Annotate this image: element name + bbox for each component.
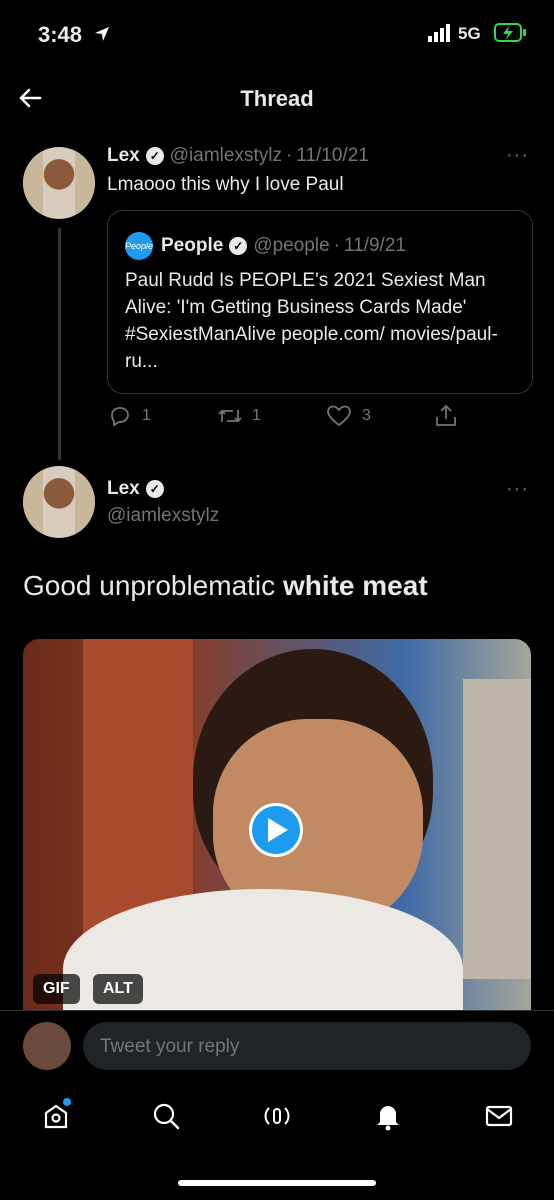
verified-icon: ✓ bbox=[145, 480, 164, 498]
battery-icon bbox=[494, 22, 528, 49]
status-time: 3:48 bbox=[38, 22, 83, 47]
notification-dot bbox=[63, 1098, 71, 1106]
reply-icon bbox=[111, 407, 129, 427]
tweet-text-plain: Good unproblematic bbox=[23, 570, 283, 601]
retweet-count: 1 bbox=[252, 407, 261, 424]
retweet-button[interactable]: 1 bbox=[216, 404, 261, 428]
quoted-tweet[interactable]: People People ✓ @people · 11/9/21 Paul R… bbox=[107, 210, 533, 394]
spaces-icon bbox=[264, 1107, 290, 1125]
retweet-icon bbox=[218, 409, 242, 423]
people-logo-icon: People bbox=[125, 232, 153, 260]
reply-button[interactable]: 1 bbox=[108, 404, 151, 428]
nav-search[interactable] bbox=[150, 1100, 182, 1137]
thread-line bbox=[58, 228, 61, 460]
handle[interactable]: @iamlexstylz bbox=[170, 145, 282, 167]
handle[interactable]: @iamlexstylz bbox=[107, 505, 219, 527]
wall-graphic bbox=[463, 679, 531, 979]
like-count: 3 bbox=[362, 407, 371, 424]
tweet-header: Lex ✓ @iamlexstylz · 11/10/21 bbox=[107, 145, 369, 167]
heart-icon bbox=[327, 405, 351, 427]
page-title: Thread bbox=[240, 86, 314, 111]
tweet-text: Lmaooo this why I love Paul bbox=[107, 174, 344, 195]
share-icon[interactable] bbox=[434, 403, 458, 434]
gif-media[interactable]: GIF ALT bbox=[23, 639, 531, 1010]
tweet-date: 11/10/21 bbox=[296, 145, 369, 166]
like-button[interactable]: 3 bbox=[326, 404, 371, 428]
reply-input[interactable]: Tweet your reply bbox=[83, 1022, 531, 1070]
verified-icon: ✓ bbox=[229, 237, 248, 255]
tweet-header: Lex ✓ bbox=[107, 478, 164, 500]
home-indicator bbox=[178, 1180, 376, 1186]
play-button[interactable] bbox=[249, 803, 303, 857]
display-name[interactable]: Lex bbox=[107, 145, 140, 167]
mail-icon bbox=[485, 1105, 513, 1127]
quoted-display-name: People bbox=[161, 235, 224, 256]
more-options-icon[interactable]: ··· bbox=[506, 478, 529, 501]
verified-icon: ✓ bbox=[145, 147, 164, 165]
nav-spaces[interactable] bbox=[261, 1100, 293, 1137]
nav-home[interactable] bbox=[40, 1098, 72, 1137]
quoted-text: Paul Rudd Is PEOPLE's 2021 Sexiest Man A… bbox=[125, 270, 498, 372]
bell-icon bbox=[377, 1106, 399, 1131]
gif-badge: GIF bbox=[33, 974, 80, 1004]
search-icon bbox=[153, 1103, 180, 1130]
more-options-icon[interactable]: ··· bbox=[506, 144, 529, 167]
tweet-text-bold: white meat bbox=[282, 570, 428, 601]
quoted-date: 11/9/21 bbox=[343, 235, 406, 256]
divider bbox=[0, 1010, 554, 1011]
nav-notifications[interactable] bbox=[372, 1100, 404, 1137]
my-avatar[interactable] bbox=[23, 1022, 71, 1070]
quoted-tweet-header: People People ✓ @people · 11/9/21 bbox=[125, 232, 406, 260]
tweet-text: Good unproblematic white meat bbox=[23, 570, 428, 602]
signal-icon bbox=[428, 24, 452, 42]
network-label: 5G bbox=[458, 24, 481, 43]
reply-placeholder: Tweet your reply bbox=[100, 1036, 240, 1057]
display-name[interactable]: Lex bbox=[107, 478, 140, 500]
alt-badge[interactable]: ALT bbox=[93, 974, 143, 1004]
play-icon bbox=[268, 818, 288, 842]
avatar[interactable] bbox=[23, 147, 95, 219]
location-icon bbox=[94, 26, 110, 47]
reply-count: 1 bbox=[142, 407, 151, 424]
nav-messages[interactable] bbox=[483, 1100, 515, 1137]
quoted-handle: @people bbox=[253, 235, 330, 256]
avatar[interactable] bbox=[23, 466, 95, 538]
